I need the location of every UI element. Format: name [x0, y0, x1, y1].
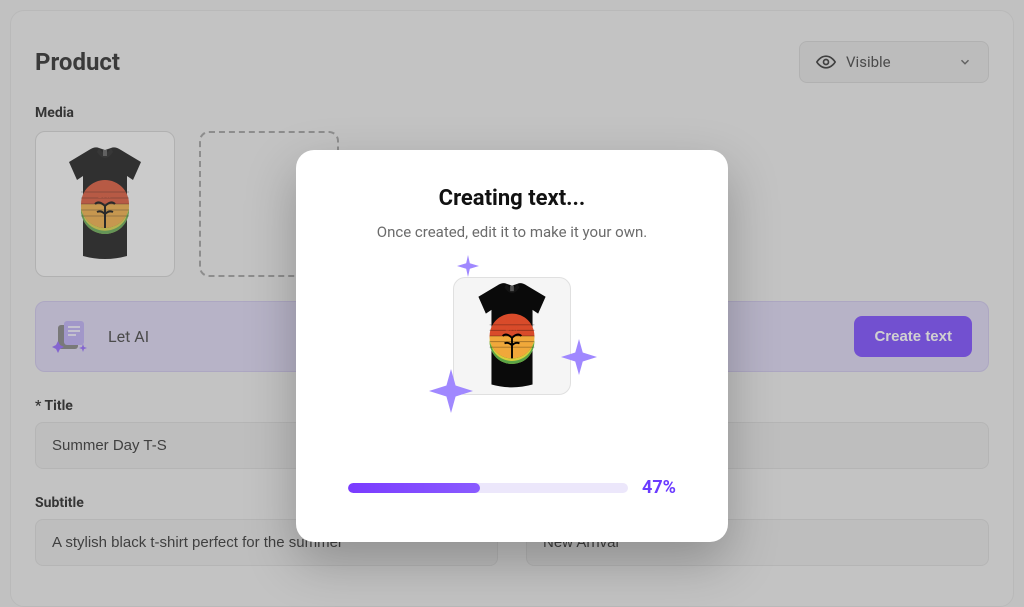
modal-subtitle: Once created, edit it to make it your ow… — [377, 223, 647, 241]
app-root: Product Visible Media — [0, 0, 1024, 607]
modal-overlay: Creating text... Once created, edit it t… — [0, 0, 1024, 607]
progress-fill — [348, 483, 480, 493]
svg-text:DAY: DAY — [505, 325, 519, 332]
sparkle-icon — [457, 255, 479, 277]
modal-image-wrap: SUMMER DAY — [437, 277, 587, 427]
sparkle-icon — [429, 369, 473, 413]
progress-percent-label: 47% — [642, 477, 676, 498]
creating-text-modal: Creating text... Once created, edit it t… — [296, 150, 728, 542]
tshirt-graphic: SUMMER DAY — [464, 280, 560, 392]
sparkle-icon — [561, 339, 597, 375]
progress-bar — [348, 483, 628, 493]
modal-title: Creating text... — [439, 186, 586, 211]
progress-wrap: 47% — [326, 477, 698, 498]
svg-text:SUMMER: SUMMER — [498, 318, 527, 325]
